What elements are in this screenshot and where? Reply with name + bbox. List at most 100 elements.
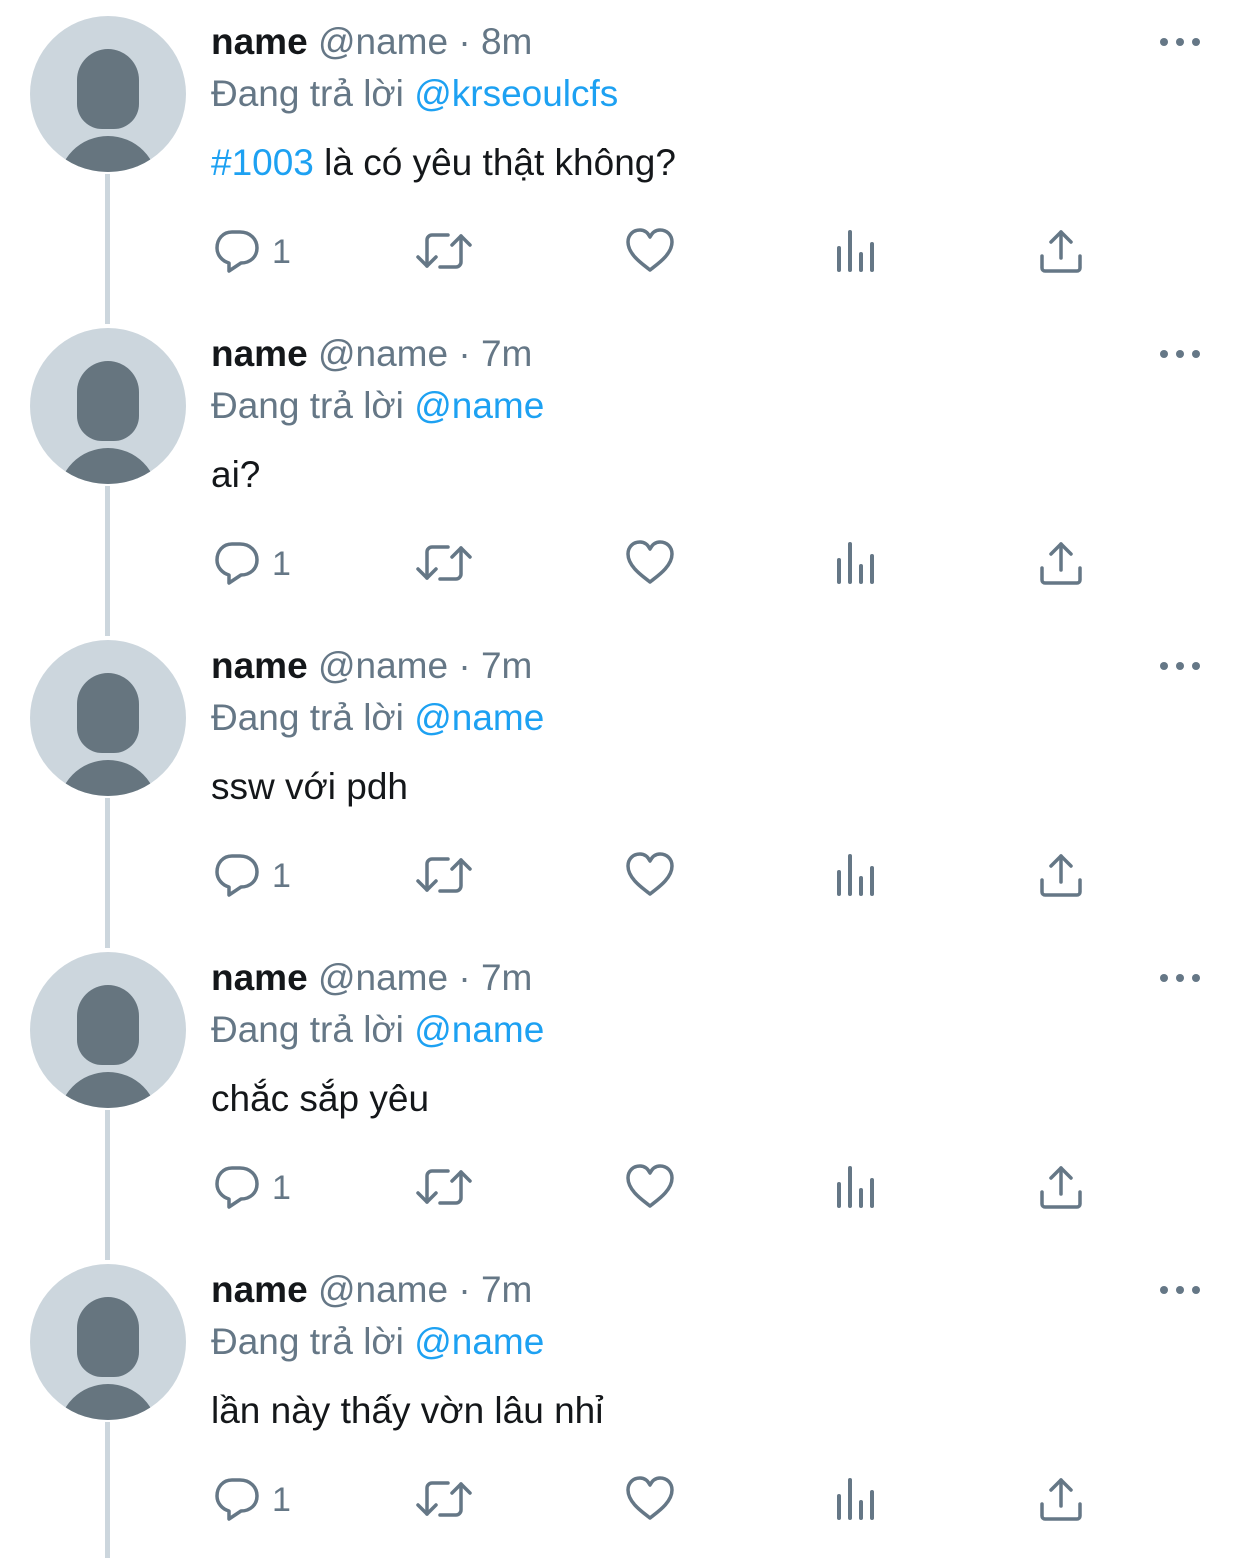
- display-name[interactable]: name: [211, 21, 308, 62]
- retweet-icon: [416, 857, 472, 893]
- retweet-button[interactable]: [414, 538, 474, 590]
- reply-count: 1: [272, 1169, 291, 1207]
- share-icon: [1040, 542, 1082, 585]
- avatar-head-shape: [77, 673, 139, 753]
- avatar-body-shape: [58, 448, 158, 484]
- thread-line: [105, 486, 110, 636]
- avatar-head-shape: [77, 361, 139, 441]
- reply-button[interactable]: 1: [212, 850, 312, 902]
- handle[interactable]: @name: [318, 21, 448, 62]
- tweet[interactable]: name @name · 7m Đang trả lời @name ai? 1: [0, 312, 1242, 636]
- tweet-header: name @name · 7m: [211, 1268, 532, 1312]
- replying-prefix: Đang trả lời: [211, 697, 404, 738]
- thread-line: [105, 174, 110, 324]
- replying-to: Đang trả lời @krseoulcfs: [211, 72, 618, 116]
- like-button[interactable]: [624, 538, 676, 590]
- more-button[interactable]: [1156, 1278, 1204, 1302]
- reply-count: 1: [272, 1481, 291, 1519]
- separator: ·: [458, 957, 471, 998]
- tweet-text: chắc sắp yêu: [211, 1076, 429, 1122]
- timestamp[interactable]: 7m: [481, 333, 532, 374]
- retweet-button[interactable]: [414, 1162, 474, 1214]
- analytics-button[interactable]: [832, 538, 880, 590]
- tweet[interactable]: name @name · 7m Đang trả lời @name lần n…: [0, 1248, 1242, 1560]
- like-button[interactable]: [624, 226, 676, 278]
- reply-button[interactable]: 1: [212, 1474, 312, 1526]
- avatar[interactable]: [30, 16, 186, 172]
- more-button[interactable]: [1156, 966, 1204, 990]
- share-icon: [1040, 854, 1082, 897]
- more-button[interactable]: [1156, 654, 1204, 678]
- reply-button[interactable]: 1: [212, 226, 312, 278]
- avatar[interactable]: [30, 328, 186, 484]
- retweet-button[interactable]: [414, 226, 474, 278]
- avatar-body-shape: [58, 760, 158, 796]
- display-name[interactable]: name: [211, 957, 308, 998]
- replying-to-mention[interactable]: @name: [414, 1009, 544, 1050]
- retweet-button[interactable]: [414, 850, 474, 902]
- more-icon: [1160, 974, 1200, 982]
- timestamp[interactable]: 7m: [481, 957, 532, 998]
- heart-icon: [626, 1476, 674, 1520]
- display-name[interactable]: name: [211, 1269, 308, 1310]
- display-name[interactable]: name: [211, 333, 308, 374]
- avatar-head-shape: [77, 985, 139, 1065]
- replying-prefix: Đang trả lời: [211, 385, 404, 426]
- share-button[interactable]: [1036, 1474, 1086, 1526]
- analytics-button[interactable]: [832, 1474, 880, 1526]
- timestamp[interactable]: 7m: [481, 1269, 532, 1310]
- handle[interactable]: @name: [318, 645, 448, 686]
- tweet-text: ai?: [211, 452, 260, 498]
- avatar-body-shape: [58, 1384, 158, 1420]
- tweet[interactable]: name @name · 7m Đang trả lời @name ssw v…: [0, 624, 1242, 948]
- analytics-button[interactable]: [832, 1162, 880, 1214]
- analytics-button[interactable]: [832, 850, 880, 902]
- replying-to: Đang trả lời @name: [211, 1320, 544, 1364]
- heart-icon: [626, 228, 674, 272]
- tweet-header: name @name · 7m: [211, 332, 532, 376]
- reply-icon: [215, 230, 259, 273]
- reply-icon: [215, 1166, 259, 1209]
- share-button[interactable]: [1036, 1162, 1086, 1214]
- reply-button[interactable]: 1: [212, 538, 312, 590]
- tweet[interactable]: name @name · 8m Đang trả lời @krseoulcfs…: [0, 0, 1242, 324]
- analytics-icon: [837, 542, 874, 584]
- replying-to-mention[interactable]: @name: [414, 1321, 544, 1362]
- separator: ·: [458, 333, 471, 374]
- replying-prefix: Đang trả lời: [211, 1009, 404, 1050]
- like-button[interactable]: [624, 1162, 676, 1214]
- handle[interactable]: @name: [318, 957, 448, 998]
- handle[interactable]: @name: [318, 1269, 448, 1310]
- replying-to-mention[interactable]: @name: [414, 385, 544, 426]
- analytics-icon: [837, 230, 874, 272]
- share-button[interactable]: [1036, 226, 1086, 278]
- share-button[interactable]: [1036, 850, 1086, 902]
- handle[interactable]: @name: [318, 333, 448, 374]
- display-name[interactable]: name: [211, 645, 308, 686]
- replying-to-mention[interactable]: @name: [414, 697, 544, 738]
- tweet-body: ai?: [211, 454, 261, 495]
- like-button[interactable]: [624, 1474, 676, 1526]
- analytics-icon: [837, 854, 874, 896]
- hashtag-link[interactable]: #1003: [211, 142, 314, 183]
- share-button[interactable]: [1036, 538, 1086, 590]
- avatar-body-shape: [58, 1072, 158, 1108]
- replying-prefix: Đang trả lời: [211, 73, 404, 114]
- tweet[interactable]: name @name · 7m Đang trả lời @name chắc …: [0, 936, 1242, 1260]
- avatar[interactable]: [30, 1264, 186, 1420]
- reply-button[interactable]: 1: [212, 1162, 312, 1214]
- more-button[interactable]: [1156, 342, 1204, 366]
- avatar[interactable]: [30, 952, 186, 1108]
- replying-to-mention[interactable]: @krseoulcfs: [414, 73, 618, 114]
- timestamp[interactable]: 7m: [481, 645, 532, 686]
- timestamp[interactable]: 8m: [481, 21, 532, 62]
- tweet-header: name @name · 8m: [211, 20, 532, 64]
- thread-line: [105, 798, 110, 948]
- more-icon: [1160, 662, 1200, 670]
- retweet-button[interactable]: [414, 1474, 474, 1526]
- more-button[interactable]: [1156, 30, 1204, 54]
- like-button[interactable]: [624, 850, 676, 902]
- analytics-button[interactable]: [832, 226, 880, 278]
- replying-to: Đang trả lời @name: [211, 696, 544, 740]
- avatar[interactable]: [30, 640, 186, 796]
